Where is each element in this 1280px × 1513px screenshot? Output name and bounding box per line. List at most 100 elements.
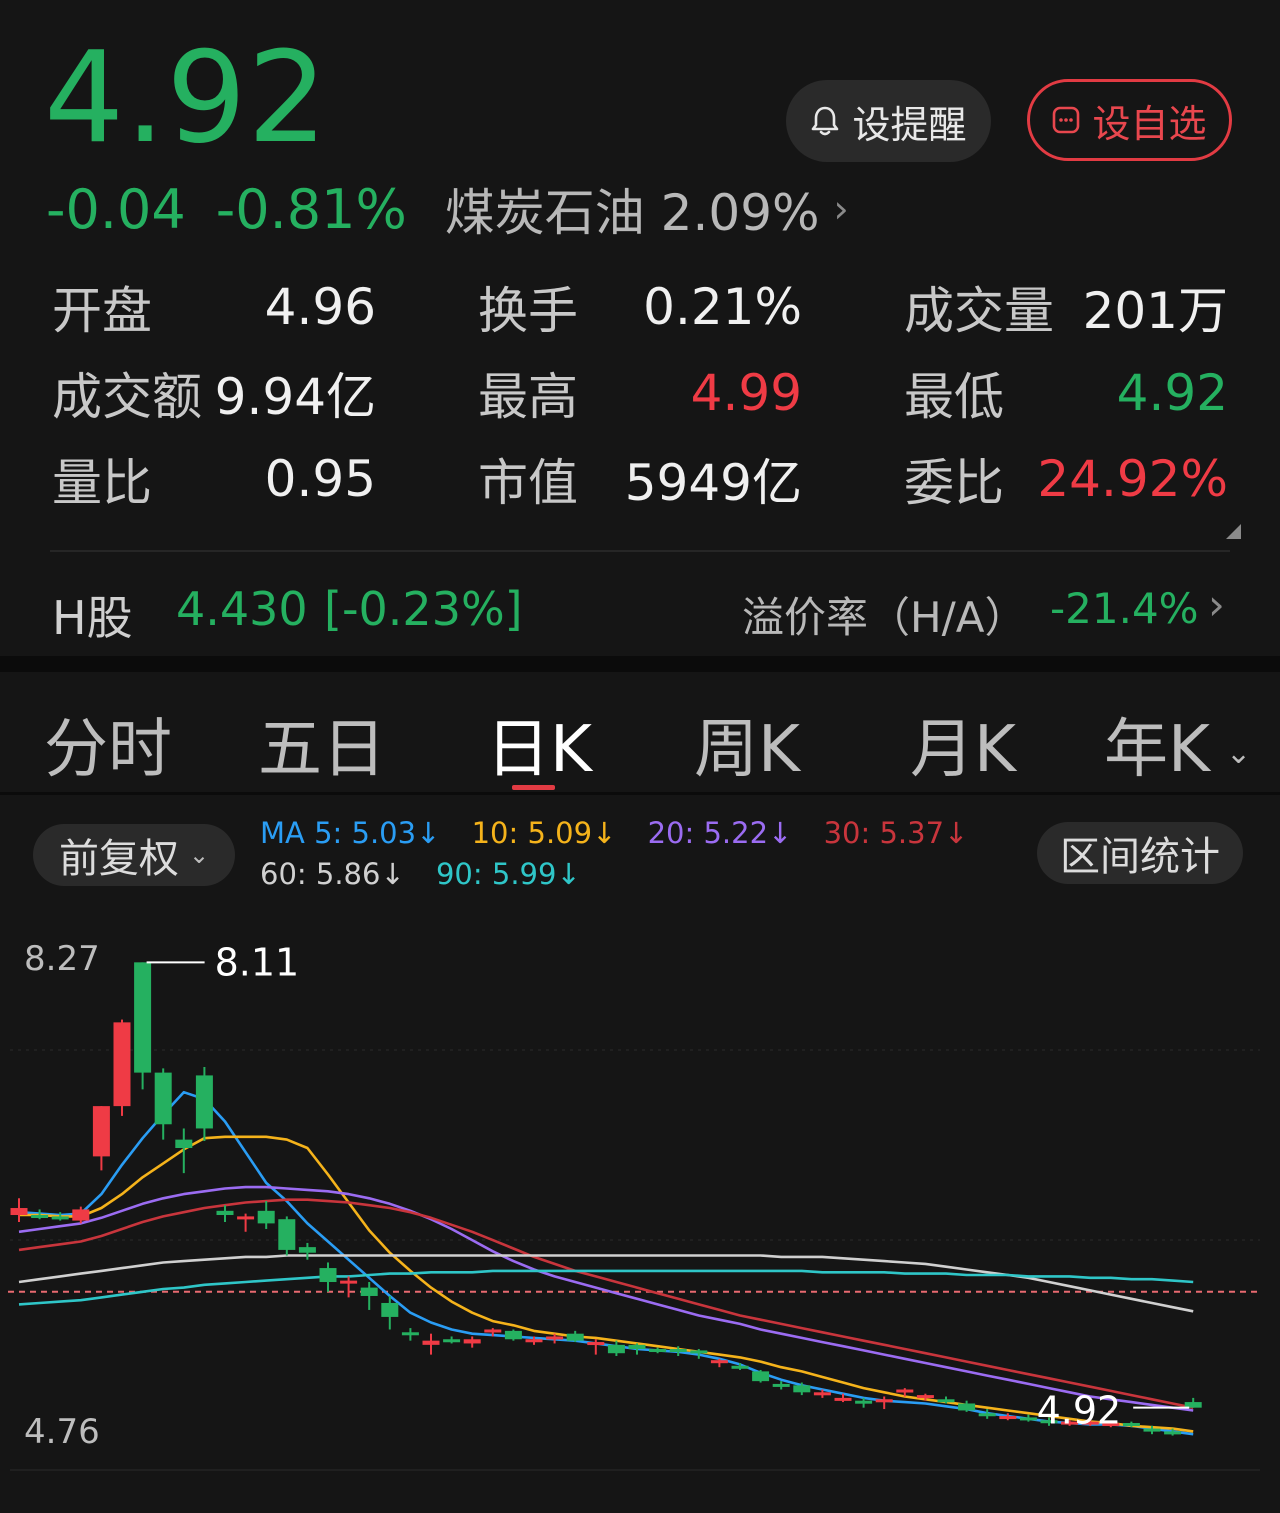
chevron-down-icon: ⌄ <box>188 841 210 869</box>
tab-yearly-k[interactable]: 年K ⌄ <box>1104 698 1251 787</box>
candle-body <box>649 1349 667 1353</box>
candle-body <box>793 1385 811 1393</box>
candle <box>175 1128 193 1174</box>
candle-body <box>813 1392 831 1396</box>
candle-body <box>92 1106 110 1157</box>
stat-label: 市值 <box>478 454 578 512</box>
stats-row: 量比 0.95 市值 5949亿 委比 24.92% <box>52 442 1228 516</box>
candle <box>113 1019 131 1116</box>
candle-body <box>319 1268 337 1283</box>
stat-cell: 成交额 9.94亿 <box>52 356 376 430</box>
tab-five-day[interactable]: 五日 <box>258 698 386 787</box>
candle-body <box>154 1072 172 1125</box>
candle-body <box>978 1413 996 1417</box>
candle <box>649 1347 667 1354</box>
stat-value: 201万 <box>1082 282 1228 340</box>
candle-body <box>340 1280 358 1284</box>
tab-intraday[interactable]: 分时 <box>44 698 172 787</box>
candle-body <box>607 1344 625 1354</box>
candle <box>92 1106 110 1171</box>
watchlist-icon <box>1053 106 1080 134</box>
chevron-right-icon[interactable]: › <box>834 187 849 231</box>
ma10-legend: 10: 5.09↓ <box>471 816 617 850</box>
candle <box>257 1201 275 1229</box>
ma-line-ma90 <box>18 1269 1194 1306</box>
stat-cell: 最低 4.92 <box>904 356 1228 430</box>
stat-value: 24.92% <box>1037 450 1228 508</box>
add-watchlist-button[interactable]: 设自选 <box>1027 79 1232 161</box>
candle <box>401 1328 419 1341</box>
candle <box>10 1198 28 1222</box>
candle-body <box>443 1339 461 1343</box>
stat-label: 最高 <box>478 368 578 426</box>
candle <box>752 1369 770 1383</box>
range-stats-button[interactable]: 区间统计 <box>1037 822 1243 884</box>
expand-corner-icon[interactable] <box>1226 524 1241 539</box>
candle <box>607 1340 625 1357</box>
change-amount: -0.04 <box>46 177 186 241</box>
stat-value: 0.21% <box>643 278 802 336</box>
y-axis-top-label: 8.27 <box>24 939 100 979</box>
candle-body <box>484 1329 502 1333</box>
candle <box>958 1400 976 1412</box>
ma-line-ma60 <box>18 1254 1194 1313</box>
candle-body <box>772 1383 790 1387</box>
candle <box>278 1216 296 1256</box>
divider <box>50 550 1230 552</box>
sector-change: 2.09% <box>660 184 820 242</box>
stat-label: 量比 <box>52 454 152 512</box>
candle <box>154 1068 172 1140</box>
candle-body <box>237 1216 255 1220</box>
ma30-legend: 30: 5.37↓ <box>823 816 969 850</box>
stat-value: 4.96 <box>264 278 376 336</box>
candle <box>875 1396 893 1410</box>
stat-label: 成交量 <box>904 282 1054 340</box>
tab-monthly-k[interactable]: 月K <box>910 698 1016 787</box>
add-watchlist-label: 设自选 <box>1092 101 1207 146</box>
stats-row: 开盘 4.96 换手 0.21% 成交量 201万 <box>52 270 1228 344</box>
set-alert-button[interactable]: 设提醒 <box>786 80 991 162</box>
candle-body <box>216 1210 234 1216</box>
quote-panel: 4.92 设提醒 设自选 -0.04 -0.81% 煤炭石油 2.09% › 开… <box>0 0 1280 656</box>
stat-value: 4.99 <box>690 364 802 422</box>
candlestick-chart[interactable]: 8.11 4.92 8.27 4.76 <box>0 910 1280 1500</box>
ma-line-ma20 <box>18 1185 1194 1412</box>
candle <box>216 1205 234 1222</box>
candle-body <box>669 1349 687 1353</box>
tab-weekly-k[interactable]: 周K <box>694 698 800 787</box>
h-share-row[interactable]: H股 4.430 [-0.23%] 溢价率（H/A） -21.4% › <box>52 572 1232 645</box>
ma90-legend: 90: 5.99↓ <box>435 857 581 891</box>
sector-name: 煤炭石油 <box>444 184 645 242</box>
candle <box>422 1333 440 1355</box>
stat-cell: 开盘 4.96 <box>52 270 376 344</box>
candle-body <box>690 1350 708 1354</box>
candle-body <box>834 1397 852 1401</box>
range-stats-label: 区间统计 <box>1060 834 1220 880</box>
candle-body <box>896 1389 914 1393</box>
candle-body <box>1019 1417 1037 1421</box>
max-price-label: 8.11 <box>215 940 300 984</box>
tab-label: 周K <box>694 713 800 787</box>
candle <box>504 1329 522 1341</box>
ma20-legend: 20: 5.22↓ <box>647 816 793 850</box>
tab-daily-k[interactable]: 日K <box>486 698 592 787</box>
stat-cell: 换手 0.21% <box>478 270 802 344</box>
candle-body <box>628 1344 646 1350</box>
stat-cell: 成交量 201万 <box>904 270 1228 344</box>
candle-body <box>298 1247 316 1253</box>
set-alert-label: 设提醒 <box>852 102 967 147</box>
candle-body <box>1164 1431 1182 1435</box>
candle <box>360 1282 378 1310</box>
price-adjust-label: 前复权 <box>58 836 179 882</box>
candle-body <box>587 1342 605 1346</box>
stat-value: 0.95 <box>264 450 376 508</box>
candle-body <box>175 1139 193 1149</box>
premium-label: 溢价率（H/A） <box>742 593 1027 642</box>
sector-link[interactable]: 煤炭石油 2.09% <box>445 173 820 245</box>
change-percent: -0.81% <box>215 177 407 241</box>
chevron-down-icon[interactable]: ⌄ <box>1226 736 1251 771</box>
tab-label: 月K <box>910 713 1016 787</box>
tab-label: 分时 <box>44 713 172 787</box>
price-adjust-dropdown[interactable]: 前复权 ⌄ <box>33 824 235 886</box>
chevron-right-icon[interactable]: › <box>1208 580 1225 629</box>
